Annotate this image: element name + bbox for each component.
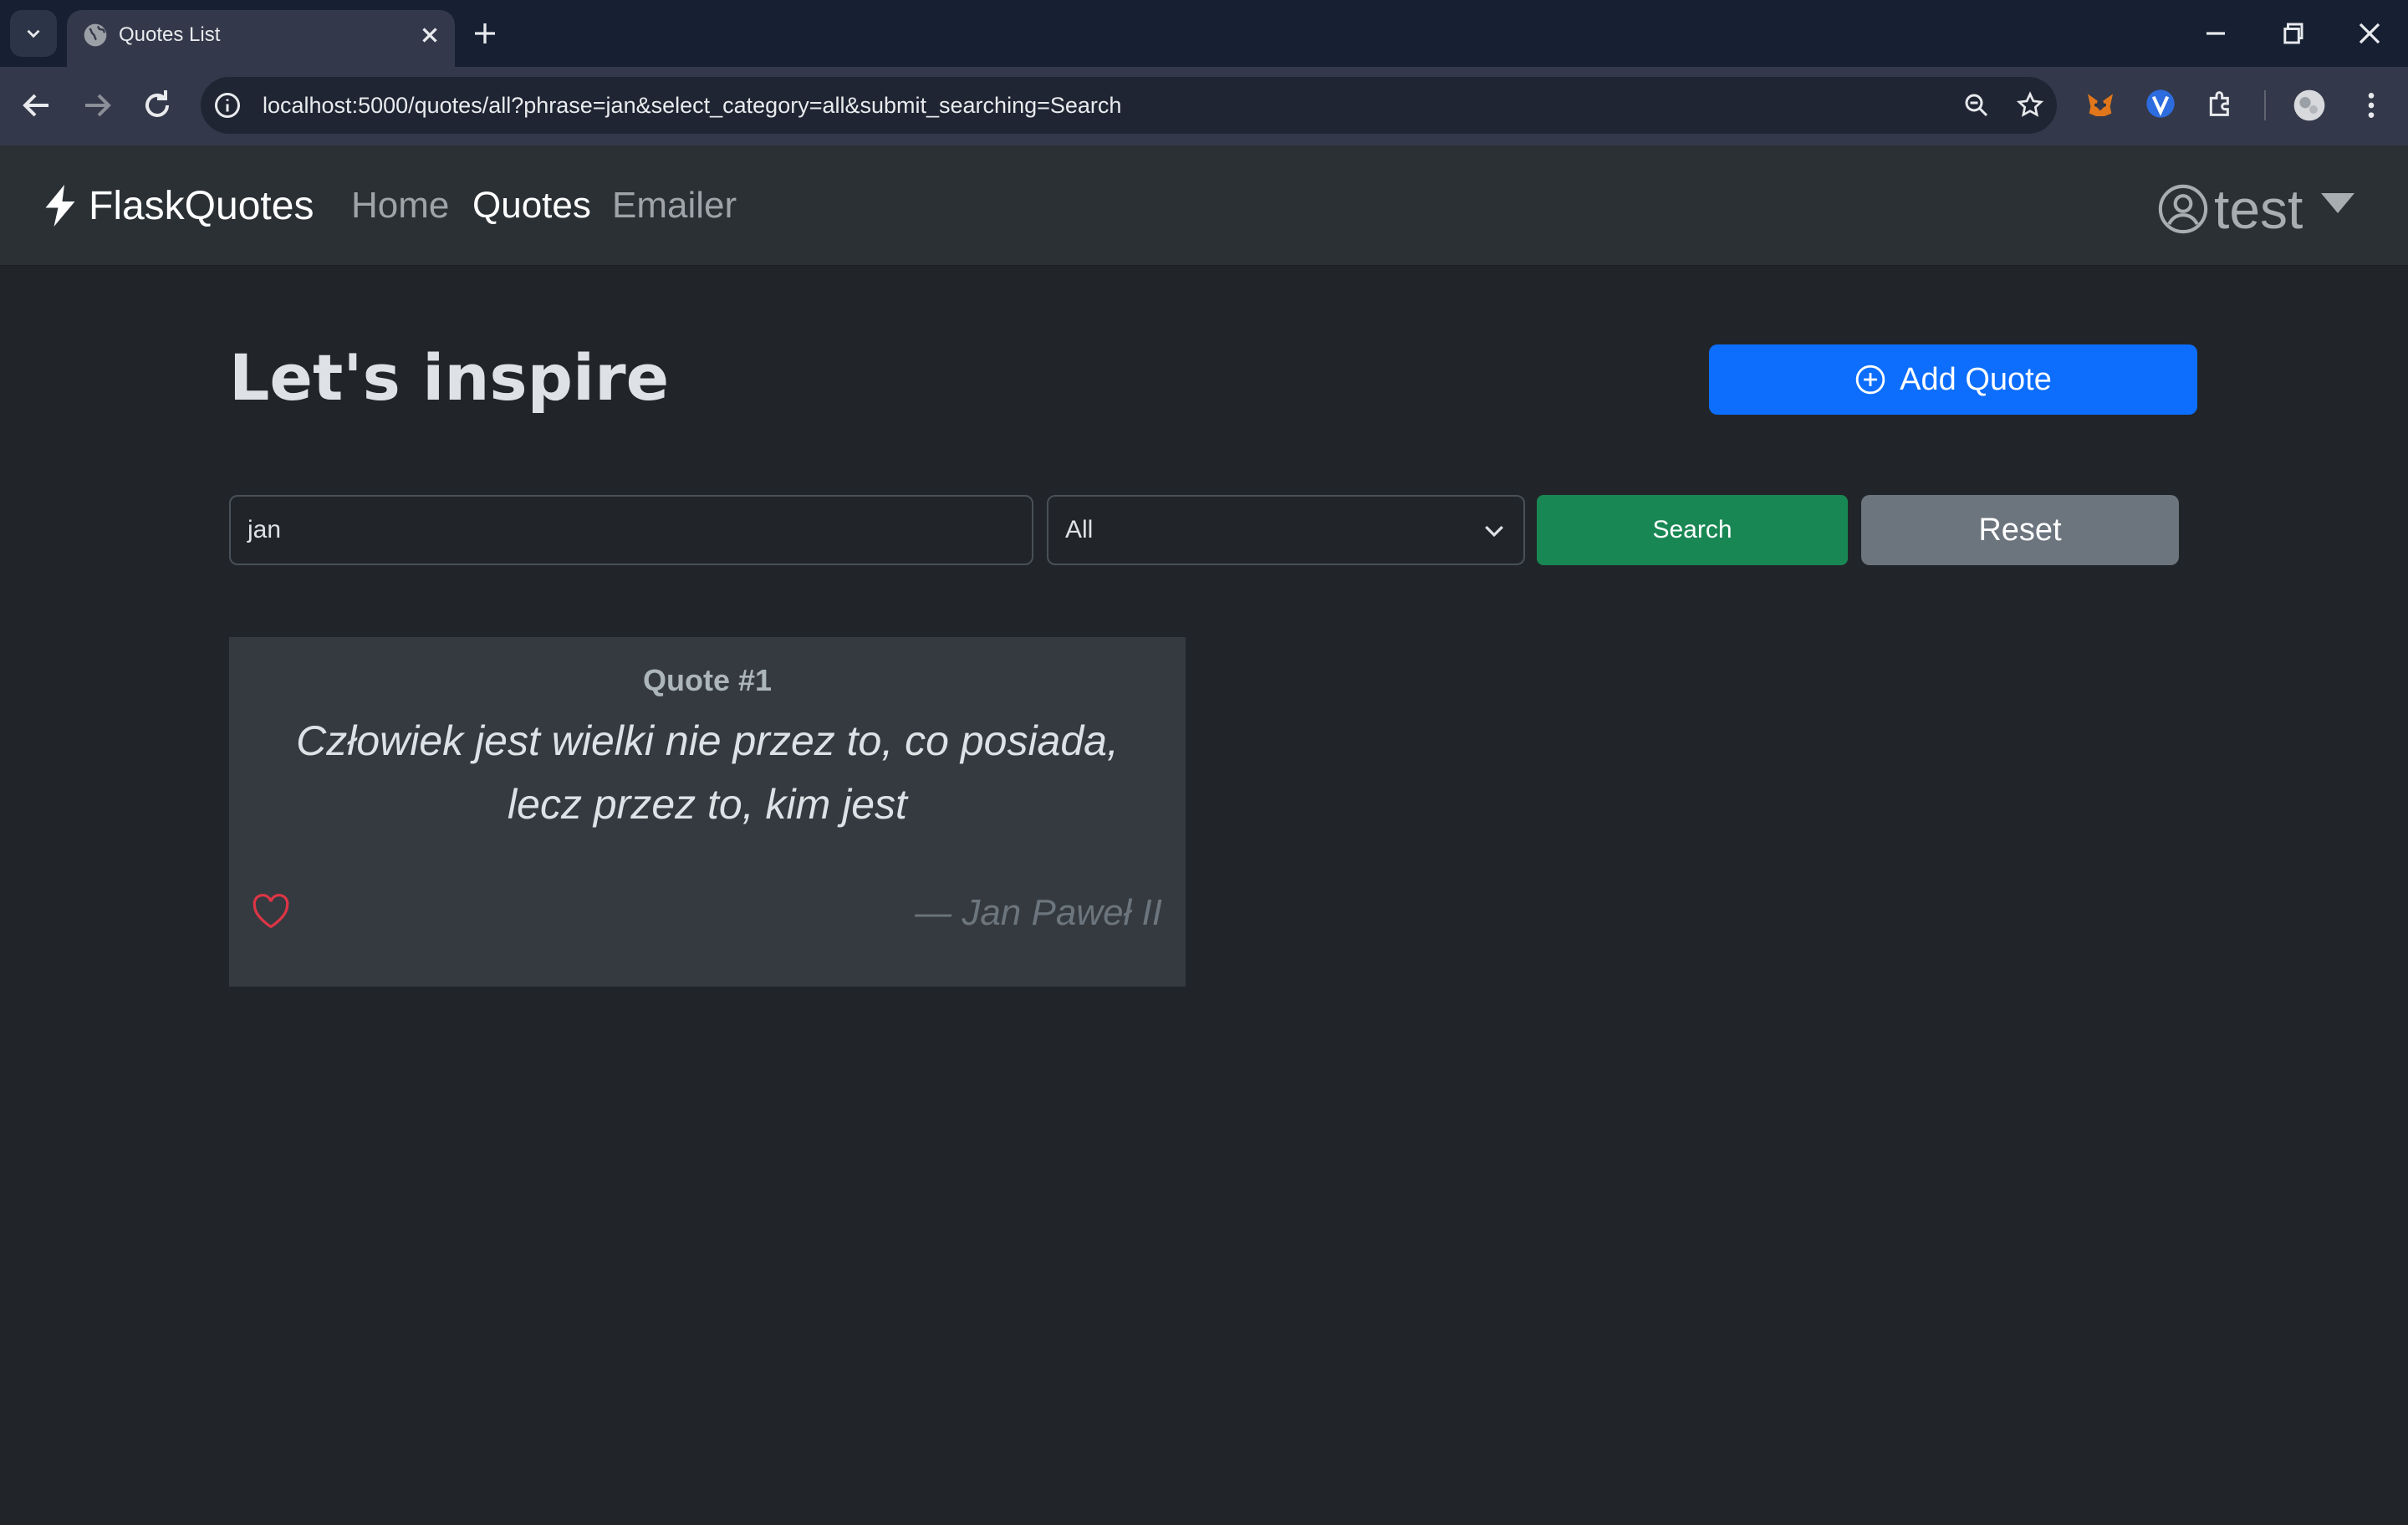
bookmark-star-icon[interactable] — [2015, 90, 2045, 120]
search-input[interactable]: jan — [229, 495, 1033, 565]
quote-number: Quote #1 — [642, 663, 773, 697]
new-tab-icon[interactable] — [470, 18, 500, 48]
brand-link[interactable]: FlaskQuotes — [43, 179, 314, 232]
browser-tab[interactable]: Quotes List — [67, 10, 455, 67]
plus-circle-icon — [1855, 365, 1885, 395]
category-select[interactable]: All — [1047, 495, 1525, 565]
forward-icon[interactable] — [77, 85, 117, 125]
extensions-puzzle-icon[interactable] — [2204, 87, 2237, 120]
heart-icon[interactable] — [249, 890, 293, 933]
site-info-icon[interactable] — [212, 90, 242, 120]
app-navbar: FlaskQuotes Home Quotes Emailer test — [0, 145, 2408, 266]
tab-search-button[interactable] — [10, 10, 57, 57]
back-icon[interactable] — [17, 85, 57, 125]
browser-menu-icon[interactable] — [2354, 89, 2388, 122]
close-tab-icon[interactable] — [415, 20, 445, 50]
page-title: Let's inspire — [229, 340, 670, 415]
browser-tabstrip: Quotes List — [0, 0, 2408, 67]
vpn-extension-icon[interactable] — [2144, 87, 2177, 120]
add-quote-label: Add Quote — [1900, 361, 2052, 397]
quote-author: — Jan Paweł II — [915, 892, 1162, 933]
chevron-down-icon — [1485, 525, 1503, 538]
caret-down-icon — [2321, 193, 2355, 213]
nav-link-emailer[interactable]: Emailer — [612, 182, 737, 229]
restore-icon[interactable] — [2273, 15, 2313, 52]
user-name: test — [2214, 178, 2303, 240]
close-window-icon[interactable] — [2349, 15, 2390, 52]
browser-toolbar: localhost:5000/quotes/all?phrase=jan&sel… — [0, 67, 2408, 145]
minimize-icon[interactable] — [2196, 15, 2236, 52]
lightning-icon — [45, 185, 75, 227]
category-selected-value: All — [1065, 516, 1094, 543]
toolbar-divider — [2264, 90, 2266, 120]
quote-text: Człowiek jest wielki nie przez to, co po… — [296, 717, 1119, 828]
zoom-icon[interactable] — [1962, 90, 1992, 120]
brand-name: FlaskQuotes — [89, 183, 314, 228]
chevron-down-icon — [27, 29, 40, 38]
search-button[interactable]: Search — [1537, 495, 1848, 565]
profile-avatar-icon[interactable] — [2293, 89, 2326, 122]
user-dropdown[interactable]: test — [2157, 178, 2356, 240]
nav-link-home[interactable]: Home — [351, 182, 449, 229]
add-quote-button[interactable]: Add Quote — [1709, 344, 2197, 415]
address-bar[interactable]: localhost:5000/quotes/all?phrase=jan&sel… — [201, 77, 2057, 134]
reload-icon[interactable] — [137, 85, 177, 125]
url-text: localhost:5000/quotes/all?phrase=jan&sel… — [263, 93, 1122, 118]
person-circle-icon — [2158, 184, 2208, 234]
reset-button[interactable]: Reset — [1861, 495, 2179, 565]
metamask-icon[interactable] — [2084, 87, 2117, 120]
nav-link-quotes[interactable]: Quotes — [472, 182, 591, 229]
tab-title: Quotes List — [119, 23, 221, 46]
quote-card: Quote #1 Człowiek jest wielki nie przez … — [229, 637, 1186, 987]
globe-icon — [84, 23, 107, 47]
